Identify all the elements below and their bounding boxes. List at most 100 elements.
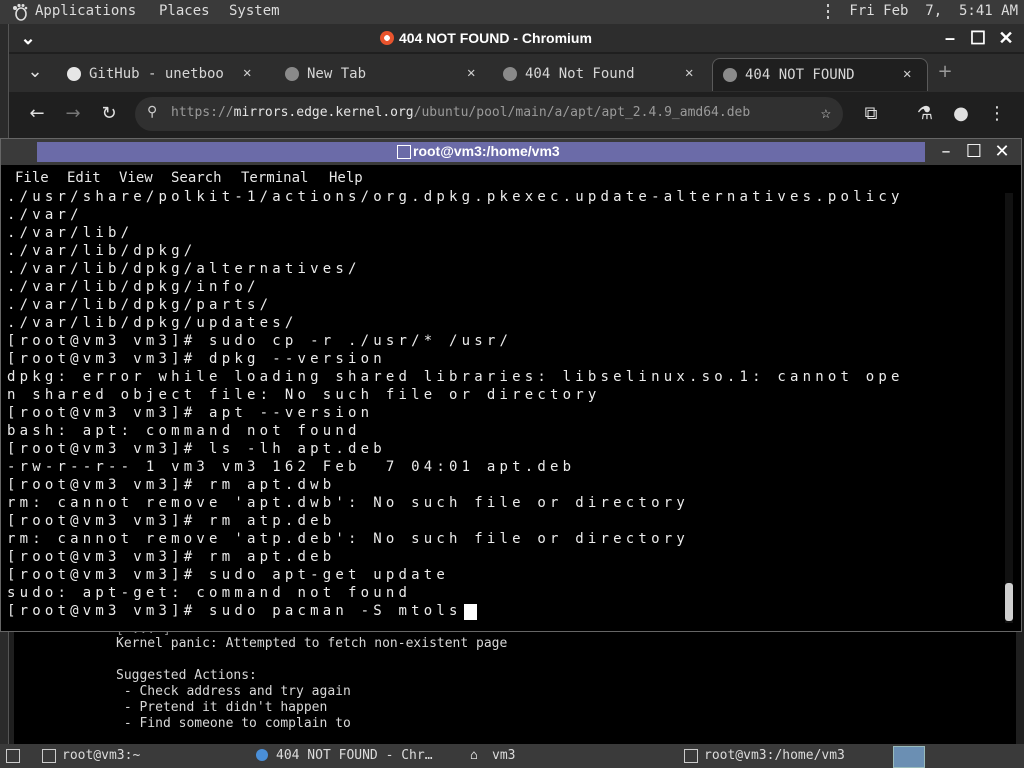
terminal-window-title: root@vm3:/home/vm3 [413,143,560,159]
site-info-icon[interactable]: ⚲ [147,104,157,120]
taskbar-item-terminal-vm3[interactable]: root@vm3:/home/vm3 [704,748,845,763]
terminal-maximize-button[interactable]: ☐ [963,141,985,163]
terminal-output[interactable]: ./usr/share/polkit-1/actions/org.dpkg.pk… [7,189,1003,625]
page-line: Kernel panic: Attempted to fetch non-exi… [116,636,508,651]
close-button[interactable]: ✕ [995,27,1017,49]
terminal-line: ./var/lib/dpkg/ [7,243,197,259]
terminal-line: ./var/ [7,207,83,223]
menu-help[interactable]: Help [329,170,363,186]
tab-new-tab[interactable]: New Tab ✕ [275,58,485,90]
terminal-scrollbar-thumb[interactable] [1005,583,1013,621]
page-line: - Pretend it didn't happen [116,700,328,715]
forward-icon[interactable]: → [61,102,85,126]
back-icon[interactable]: ← [25,102,49,126]
places-menu[interactable]: Places [159,3,210,19]
menu-edit[interactable]: Edit [67,170,101,186]
workspace-switcher[interactable] [893,746,925,768]
terminal-line: n shared object file: No such file or di… [7,387,601,403]
taskbar-item-terminal-home[interactable]: root@vm3:~ [62,748,140,763]
terminal-menubar: File Edit View Search Terminal Help [1,167,1021,189]
terminal-icon [42,749,56,763]
tab-label: 404 Not Found [525,66,635,82]
browser-toolbar: ← → ↻ ⚲ https://mirrors.edge.kernel.org/… [9,92,1024,136]
close-tab-icon[interactable]: ✕ [685,65,693,81]
chromium-titlebar: ⌄ 404 NOT FOUND - Chromium – ☐ ✕ [9,24,1024,52]
tab-404-not-found-active[interactable]: 404 NOT FOUND ✕ [712,58,928,91]
menu-terminal[interactable]: Terminal [241,170,308,186]
terminal-window: root@vm3:/home/vm3 – ☐ ✕ File Edit View … [0,138,1022,632]
tab-label: 404 NOT FOUND [745,67,855,83]
extensions-icon[interactable]: ⧉ [859,102,883,126]
globe-icon [723,68,737,82]
maximize-button[interactable]: ☐ [967,27,989,49]
terminal-line: [root@vm3 vm3]# apt --version [7,405,374,421]
profile-icon[interactable]: ● [949,102,973,126]
terminal-line: dpkg: error while loading shared librari… [7,369,904,385]
labs-flask-icon[interactable]: ⚗ [913,102,937,126]
globe-icon [503,67,517,81]
terminal-line: [root@vm3 vm3]# sudo cp -r ./usr/* /usr/ [7,333,513,349]
home-folder-icon: ⌂ [470,748,478,763]
top-panel: Applications Places System Fri Feb 7, 5:… [0,0,1024,24]
terminal-line: [root@vm3 vm3]# rm atp.deb [7,513,336,529]
new-tab-button[interactable]: + [933,60,957,84]
terminal-line: -rw-r--r-- 1 vm3 vm3 162 Feb 7 04:01 apt… [7,459,576,475]
close-tab-icon[interactable]: ✕ [243,65,251,81]
system-menu[interactable]: System [229,3,280,19]
terminal-line: [root@vm3 vm3]# rm apt.deb [7,549,336,565]
web-page-content: [ ... ] Kernel panic: Attempted to fetch… [14,622,1016,746]
close-tab-icon[interactable]: ✕ [467,65,475,81]
terminal-scrollbar[interactable] [1005,193,1013,623]
github-icon [67,67,81,81]
address-bar[interactable]: ⚲ https://mirrors.edge.kernel.org/ubuntu… [135,97,843,131]
minimize-button[interactable]: – [939,27,961,49]
page-line: Suggested Actions: [116,668,257,683]
terminal-titlebar[interactable]: root@vm3:/home/vm3 – ☐ ✕ [1,139,1021,165]
menu-search[interactable]: Search [171,170,222,186]
terminal-line: [root@vm3 vm3]# sudo pacman -S mtols [7,603,462,619]
terminal-close-button[interactable]: ✕ [991,141,1013,163]
terminal-line: ./var/lib/dpkg/updates/ [7,315,298,331]
chromium-app-icon [380,31,394,45]
close-tab-icon[interactable]: ✕ [903,66,911,82]
show-desktop-icon[interactable] [6,749,20,763]
tab-label: New Tab [307,66,367,82]
tab-github[interactable]: GitHub - unetboo ✕ [57,58,261,90]
panel-handle-icon [827,4,829,19]
terminal-line: [root@vm3 vm3]# sudo apt-get update [7,567,450,583]
menu-view[interactable]: View [119,170,153,186]
clock[interactable]: Fri Feb 7, 5:41 AM [849,3,1018,19]
terminal-line: ./usr/share/polkit-1/actions/org.dpkg.pk… [7,189,904,205]
gnome-foot-icon[interactable] [10,3,28,21]
page-line: - Find someone to complain to [116,716,351,731]
tab-404-not-found[interactable]: 404 Not Found ✕ [493,58,703,90]
taskbar-item-vm3[interactable]: vm3 [492,748,515,763]
terminal-cursor [464,604,477,620]
terminal-line: ./var/lib/dpkg/parts/ [7,297,273,313]
terminal-line: [root@vm3 vm3]# ls -lh apt.deb [7,441,386,457]
url-text: https://mirrors.edge.kernel.org/ubuntu/p… [171,105,751,120]
reload-icon[interactable]: ↻ [97,102,121,126]
terminal-line: ./var/lib/dpkg/info/ [7,279,260,295]
terminal-line: ./var/lib/ [7,225,134,241]
page-line: - Check address and try again [116,684,351,699]
terminal-line: [root@vm3 vm3]# dpkg --version [7,351,386,367]
terminal-line: sudo: apt-get: command not found [7,585,412,601]
taskbar-item-chromium[interactable]: 404 NOT FOUND - Chr… [276,748,433,763]
globe-icon [285,67,299,81]
tab-label: GitHub - unetboo [89,66,224,82]
terminal-line: rm: cannot remove 'atp.deb': No such fil… [7,531,689,547]
tab-strip: ⌄ GitHub - unetboo ✕ New Tab ✕ 404 Not F… [9,54,1024,92]
chromium-icon [256,749,268,761]
terminal-minimize-button[interactable]: – [935,141,957,163]
applications-menu[interactable]: Applications [35,3,136,19]
terminal-icon [684,749,698,763]
terminal-line: [root@vm3 vm3]# rm apt.dwb [7,477,336,493]
menu-file[interactable]: File [15,170,49,186]
bookmark-star-icon[interactable]: ☆ [821,103,831,123]
terminal-line: ./var/lib/dpkg/alternatives/ [7,261,361,277]
terminal-app-icon [397,145,411,159]
window-menu-icon[interactable]: ⌄ [17,27,39,49]
more-menu-icon[interactable]: ⋮ [985,102,1009,126]
tab-search-icon[interactable]: ⌄ [23,60,47,84]
